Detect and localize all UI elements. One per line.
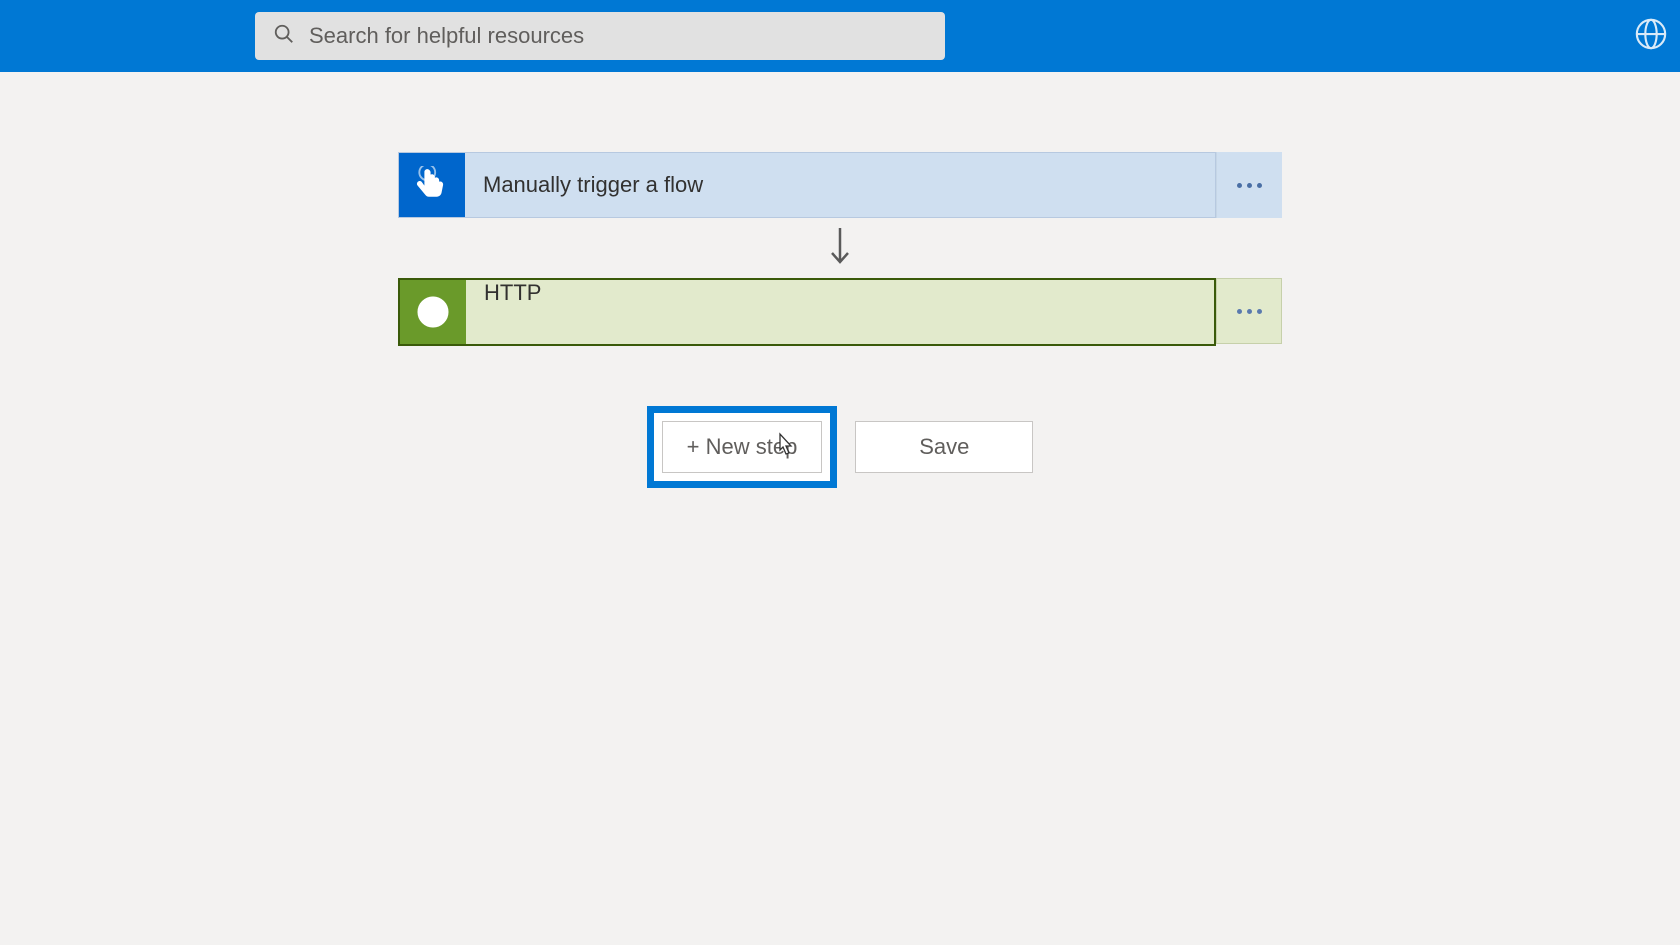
ellipsis-icon — [1237, 309, 1262, 314]
search-input[interactable] — [309, 23, 927, 49]
http-step-body[interactable]: HTTP — [398, 278, 1216, 346]
app-header — [0, 0, 1680, 72]
trigger-menu-button[interactable] — [1216, 152, 1282, 218]
flow-action-buttons: + New step Save — [647, 406, 1034, 488]
http-menu-button[interactable] — [1216, 278, 1282, 344]
header-environment-icon[interactable] — [1634, 17, 1668, 56]
globe-icon — [400, 280, 466, 344]
ellipsis-icon — [1237, 183, 1262, 188]
hand-pointer-icon — [399, 153, 465, 217]
save-button[interactable]: Save — [855, 421, 1033, 473]
trigger-title: Manually trigger a flow — [465, 172, 703, 198]
search-icon — [273, 23, 295, 50]
connector-arrow — [827, 228, 853, 268]
trigger-step[interactable]: Manually trigger a flow — [398, 152, 1282, 218]
new-step-highlight: + New step — [647, 406, 838, 488]
search-box[interactable] — [255, 12, 945, 60]
new-step-button[interactable]: + New step — [662, 421, 823, 473]
flow-canvas: Manually trigger a flow HT — [0, 72, 1680, 488]
action-title: HTTP — [466, 280, 541, 344]
action-step-http: HTTP — [398, 278, 1282, 346]
